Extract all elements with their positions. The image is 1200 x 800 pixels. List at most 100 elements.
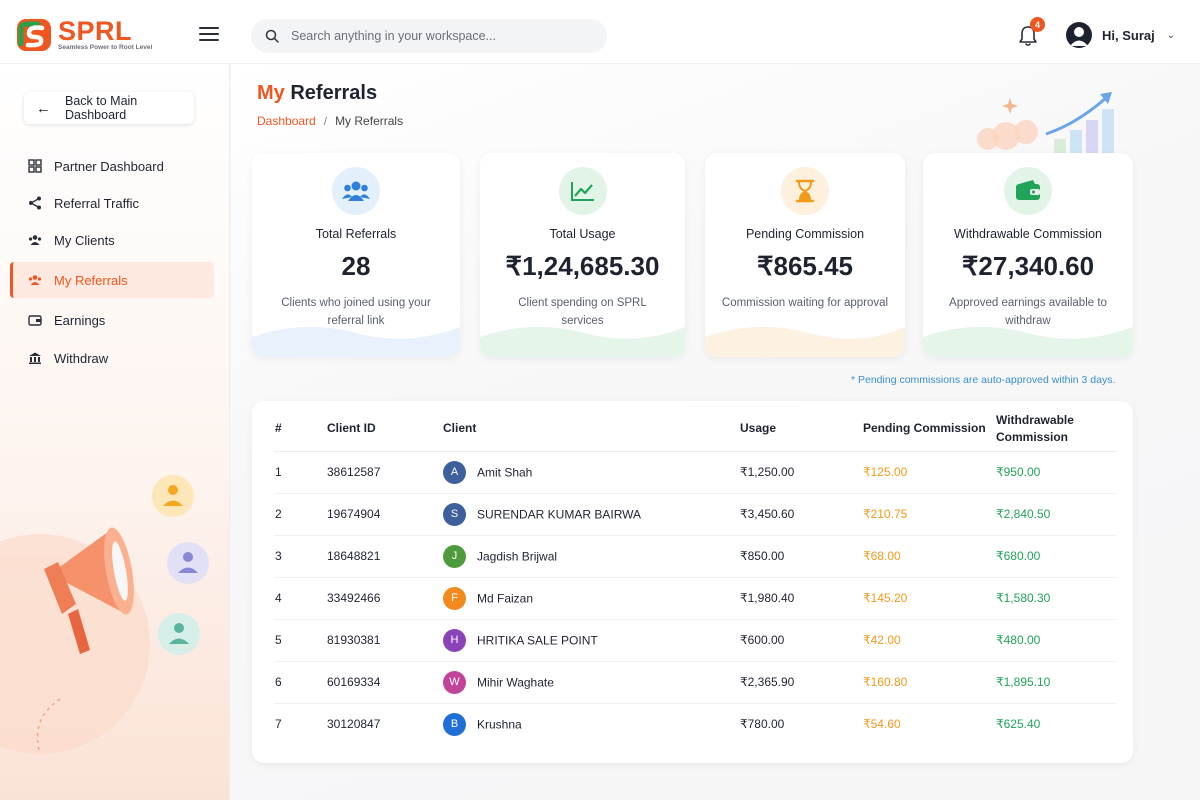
client-cell: B Krushna [443,703,740,745]
client-name: SURENDAR KUMAR BAIRWA [477,507,642,521]
grid-icon [28,159,42,173]
client-name: Krushna [477,717,522,732]
megaphone-illustration [0,475,209,755]
sidebar-item-partner-dashboard[interactable]: Partner Dashboard [10,148,214,184]
table-row[interactable]: 5 81930381 H HRITIKA SALE POINT ₹600.00 ₹… [274,619,1117,662]
pending-commission-note: * Pending commissions are auto-approved … [851,374,1116,386]
pending-commission-amount: ₹54.60 [863,717,901,732]
sidebar-item-earnings[interactable]: Earnings [10,302,214,338]
client-cell: F Md Faizan [443,577,740,620]
usage-amount: ₹1,980.40 [740,577,863,620]
sidebar-item-withdraw[interactable]: Withdraw [10,340,214,376]
client-cell: W Mihir Waghate [443,661,740,704]
column-header-index[interactable]: # [274,407,327,452]
menu-toggle-button[interactable] [199,27,219,41]
search-bar[interactable] [251,19,607,53]
sidebar-item-label: My Referrals [54,272,128,288]
client-id: 19674904 [327,493,443,536]
pending-commission-amount: ₹145.20 [863,577,996,620]
users-icon [28,233,42,247]
referrals-table-card: # Client ID Client Usage Pending Commiss… [252,401,1133,763]
column-header-client[interactable]: Client [443,407,740,452]
row-index: 4 [274,577,327,620]
client-name: Amit Shah [477,465,533,479]
breadcrumb-separator: / [323,114,328,128]
client-cell: J Jagdish Brijwal [443,535,740,578]
client-name: Md Faizan [477,591,534,605]
column-header-client-id[interactable]: Client ID [327,407,443,452]
stat-description: Commission waiting for approval [721,297,889,309]
table-row[interactable]: 2 19674904 S SURENDAR KUMAR BAIRWA ₹3,450… [274,493,1117,536]
main-content: My Referrals Dashboard / My Referrals Tota… [231,64,1200,800]
users-icon [332,167,380,215]
pending-commission-amount: ₹160.80 [863,661,996,704]
usage-amount: ₹780.00 [740,717,785,732]
sidebar-item-referral-traffic[interactable]: Referral Traffic [10,185,214,221]
client-id: 18648821 [327,535,443,578]
client-name: Jagdish Brijwal [477,549,558,563]
stat-card-pending-commission: Pending Commission ₹865.45 Commission wa… [705,153,905,357]
pending-commission-amount: ₹125.00 [863,451,996,494]
avatar: A [443,460,466,484]
back-to-dashboard-button[interactable]: ← Back to Main Dashboard [24,92,194,124]
back-button-label: Back to Main Dashboard [65,94,138,122]
client-id: 60169334 [327,661,443,704]
client-id: 30120847 [327,717,381,732]
notifications-button[interactable]: 4 [1018,17,1045,47]
arrow-left-icon: ← [36,99,51,117]
sprl-logo[interactable]: SPRL Seamless Power to Root Level [16,18,152,52]
row-index: 6 [274,661,327,704]
table-row[interactable]: 6 60169334 W Mihir Waghate ₹2,365.90 ₹160… [274,661,1117,704]
sidebar-item-my-clients[interactable]: My Clients [10,222,214,258]
pending-commission-amount: ₹68.00 [863,535,996,578]
top-bar: SPRL Seamless Power to Root Level 4 Hi, … [0,0,1200,64]
client-name: HRITIKA SALE POINT [477,633,598,647]
client-cell: A Amit Shah [443,451,740,494]
search-input[interactable] [291,29,581,43]
withdrawable-commission-amount: ₹1,895.10 [996,661,1117,704]
stat-value: ₹865.45 [756,251,854,281]
column-header-withdrawable-commission[interactable]: Withdrawable Commission [996,407,1117,452]
notification-badge: 4 [1030,17,1045,32]
brand-name: SPRL [58,16,133,46]
withdrawable-commission-amount: ₹625.40 [996,717,1041,732]
table-row[interactable]: 3 18648821 J Jagdish Brijwal ₹850.00 ₹68.… [274,535,1117,578]
breadcrumb-dashboard-link[interactable]: Dashboard [257,114,316,128]
usage-amount: ₹600.00 [740,619,863,662]
client-cell: S SURENDAR KUMAR BAIRWA [443,493,740,536]
usage-amount: ₹2,365.90 [740,661,863,704]
user-greeting: Hi, Suraj [1102,27,1155,43]
stat-value: ₹27,340.60 [961,251,1095,281]
column-header-pending-commission[interactable]: Pending Commission [863,407,996,452]
stat-card-total-referrals: Total Referrals 28 Clients who joined us… [252,153,460,357]
avatar: F [443,586,466,610]
avatar: J [443,544,466,568]
search-icon [265,29,279,43]
stat-title: Withdrawable Commission [954,227,1102,241]
user-menu[interactable]: Hi, Suraj ⌄ [1066,22,1175,48]
stat-value: ₹1,24,685.30 [505,251,660,281]
column-header-usage[interactable]: Usage [740,407,863,452]
sidebar-item-my-referrals[interactable]: My Referrals [10,262,214,298]
avatar: H [443,628,466,652]
table-row[interactable]: 1 38612587 A Amit Shah ₹1,250.00 ₹125.00 … [274,451,1117,494]
usage-amount: ₹850.00 [740,535,863,578]
referrals-icon [28,273,42,287]
sidebar-item-label: Withdraw [54,350,109,366]
chevron-down-icon: ⌄ [1166,29,1176,41]
usage-amount: ₹1,250.00 [740,451,863,494]
withdrawable-commission-amount: ₹680.00 [996,535,1117,578]
withdrawable-commission-amount: ₹950.00 [996,451,1117,494]
sidebar-item-label: Earnings [54,312,106,328]
sidebar-item-label: Partner Dashboard [54,158,164,174]
row-index: 3 [274,535,327,578]
sidebar-item-label: Referral Traffic [54,195,140,211]
table-row[interactable]: 7 30120847 B Krushna ₹780.00 ₹54.60 ₹625.… [274,703,1117,745]
sidebar-item-label: My Clients [54,232,115,248]
stat-card-withdrawable-commission: Withdrawable Commission ₹27,340.60 Appro… [923,153,1133,357]
logo-mark-icon [17,19,51,51]
user-avatar-icon [1070,27,1088,46]
table-row[interactable]: 4 33492466 F Md Faizan ₹1,980.40 ₹145.20 … [274,577,1117,620]
breadcrumb: Dashboard / My Referrals [257,114,403,128]
usage-amount: ₹3,450.60 [740,493,863,536]
